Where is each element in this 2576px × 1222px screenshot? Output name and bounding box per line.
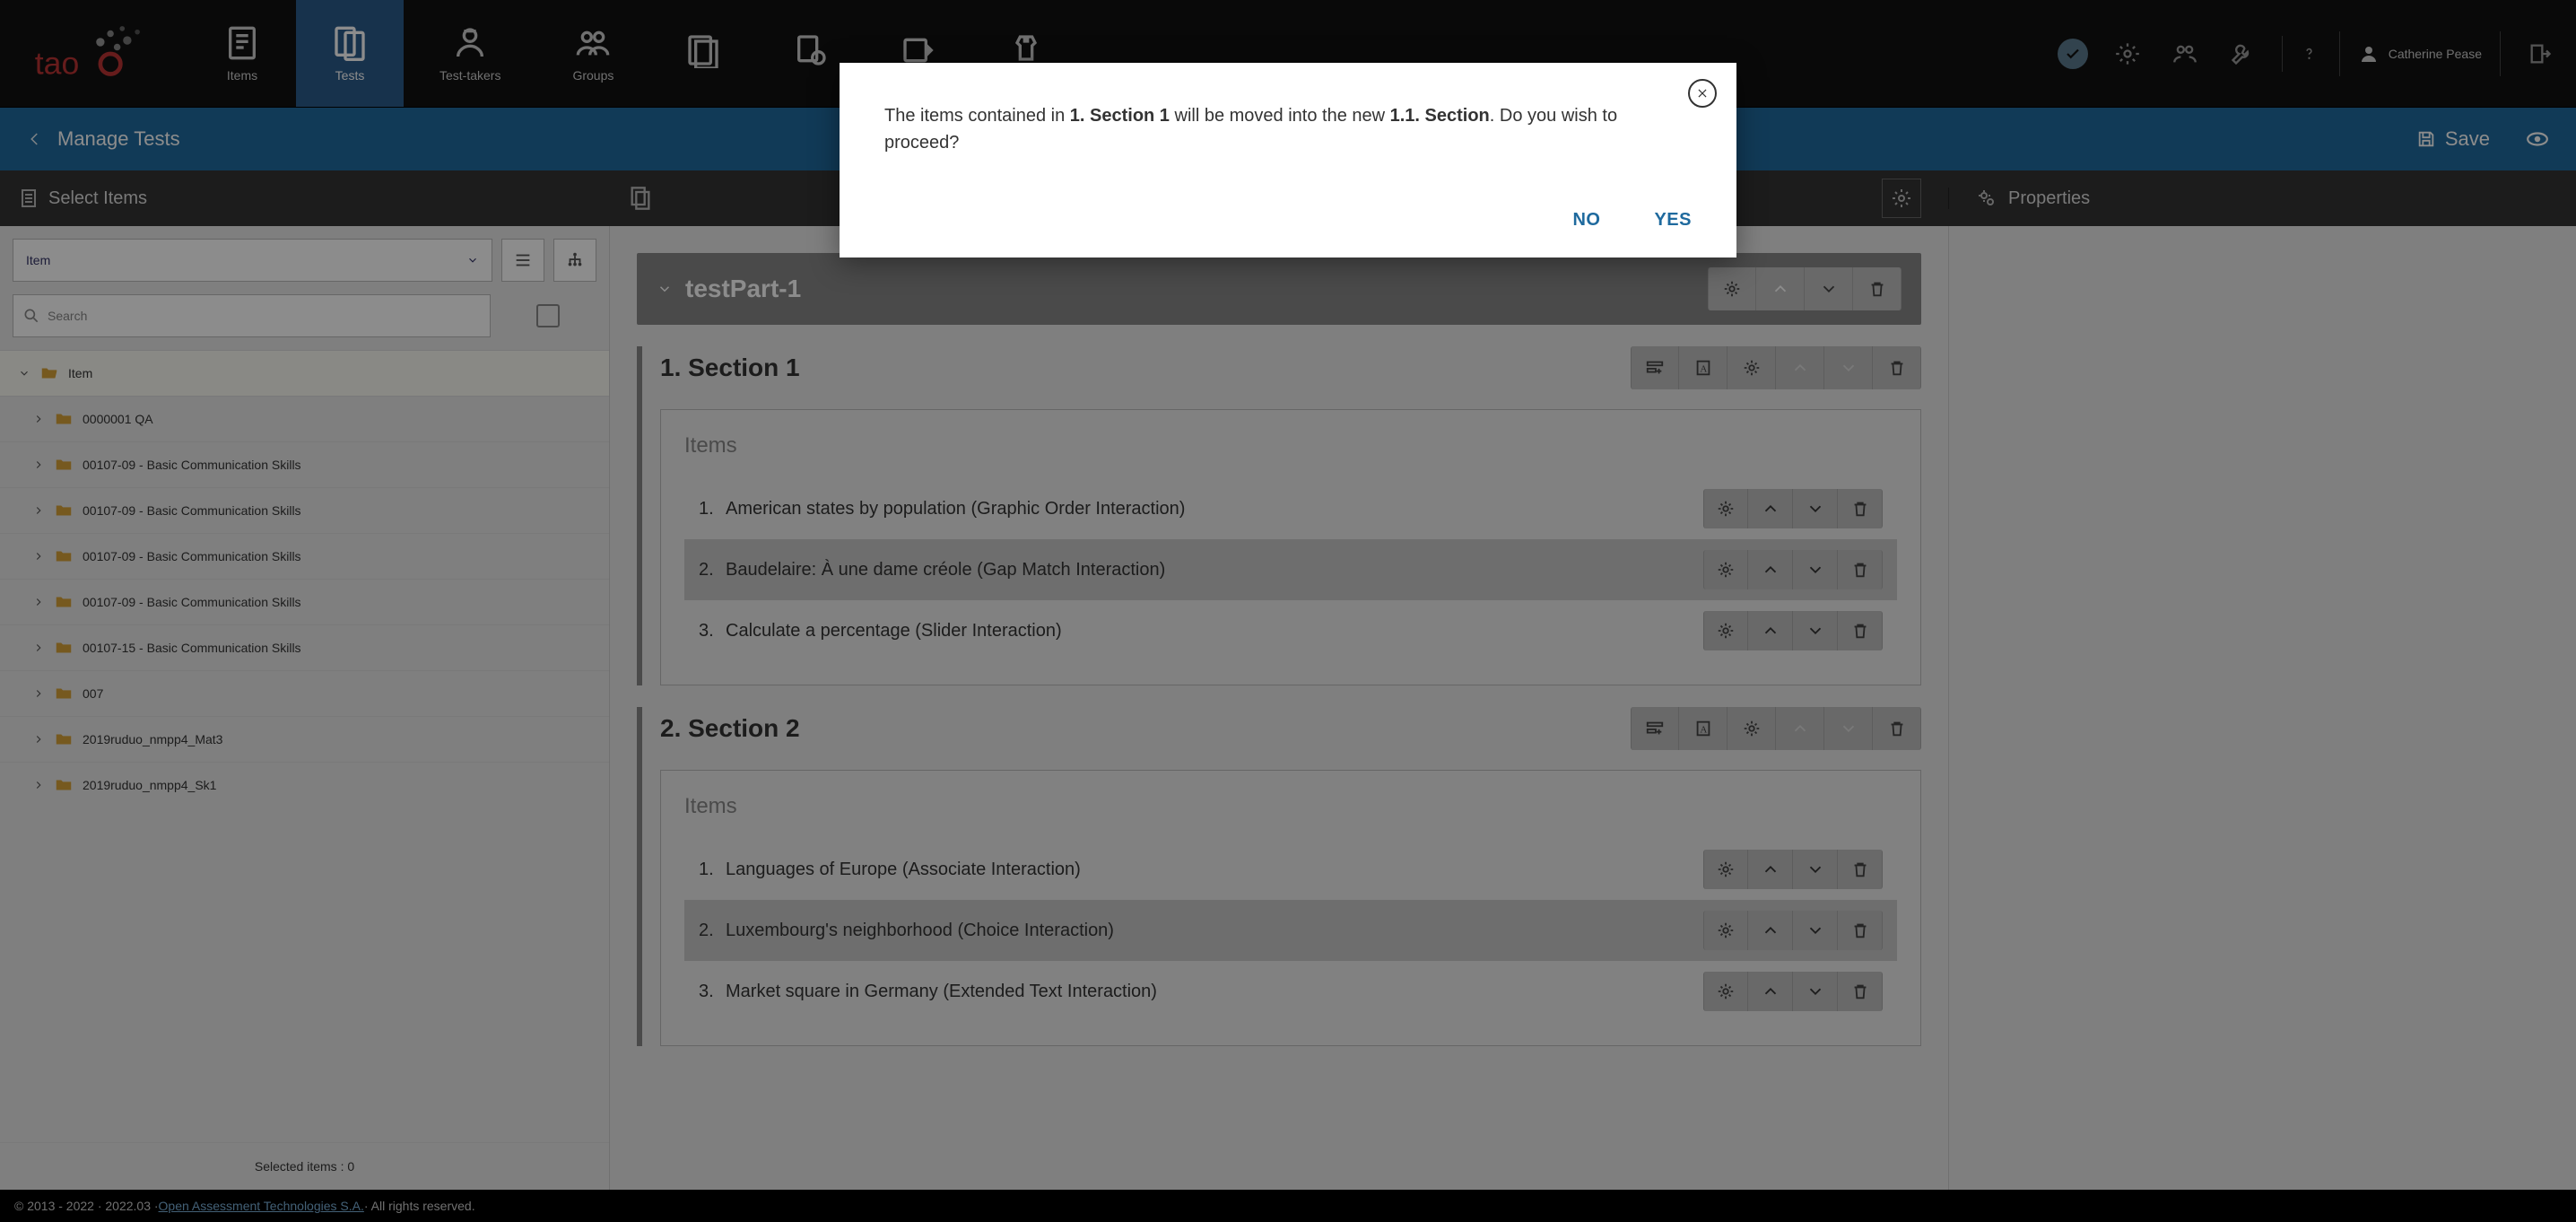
confirm-modal: The items contained in 1. Section 1 will… <box>840 63 1736 257</box>
modal-text: The items contained in 1. Section 1 will… <box>884 102 1692 156</box>
modal-yes-button[interactable]: YES <box>1654 210 1692 231</box>
close-icon <box>1696 87 1709 100</box>
modal-close-button[interactable] <box>1688 79 1717 108</box>
modal-no-button[interactable]: NO <box>1572 210 1600 231</box>
